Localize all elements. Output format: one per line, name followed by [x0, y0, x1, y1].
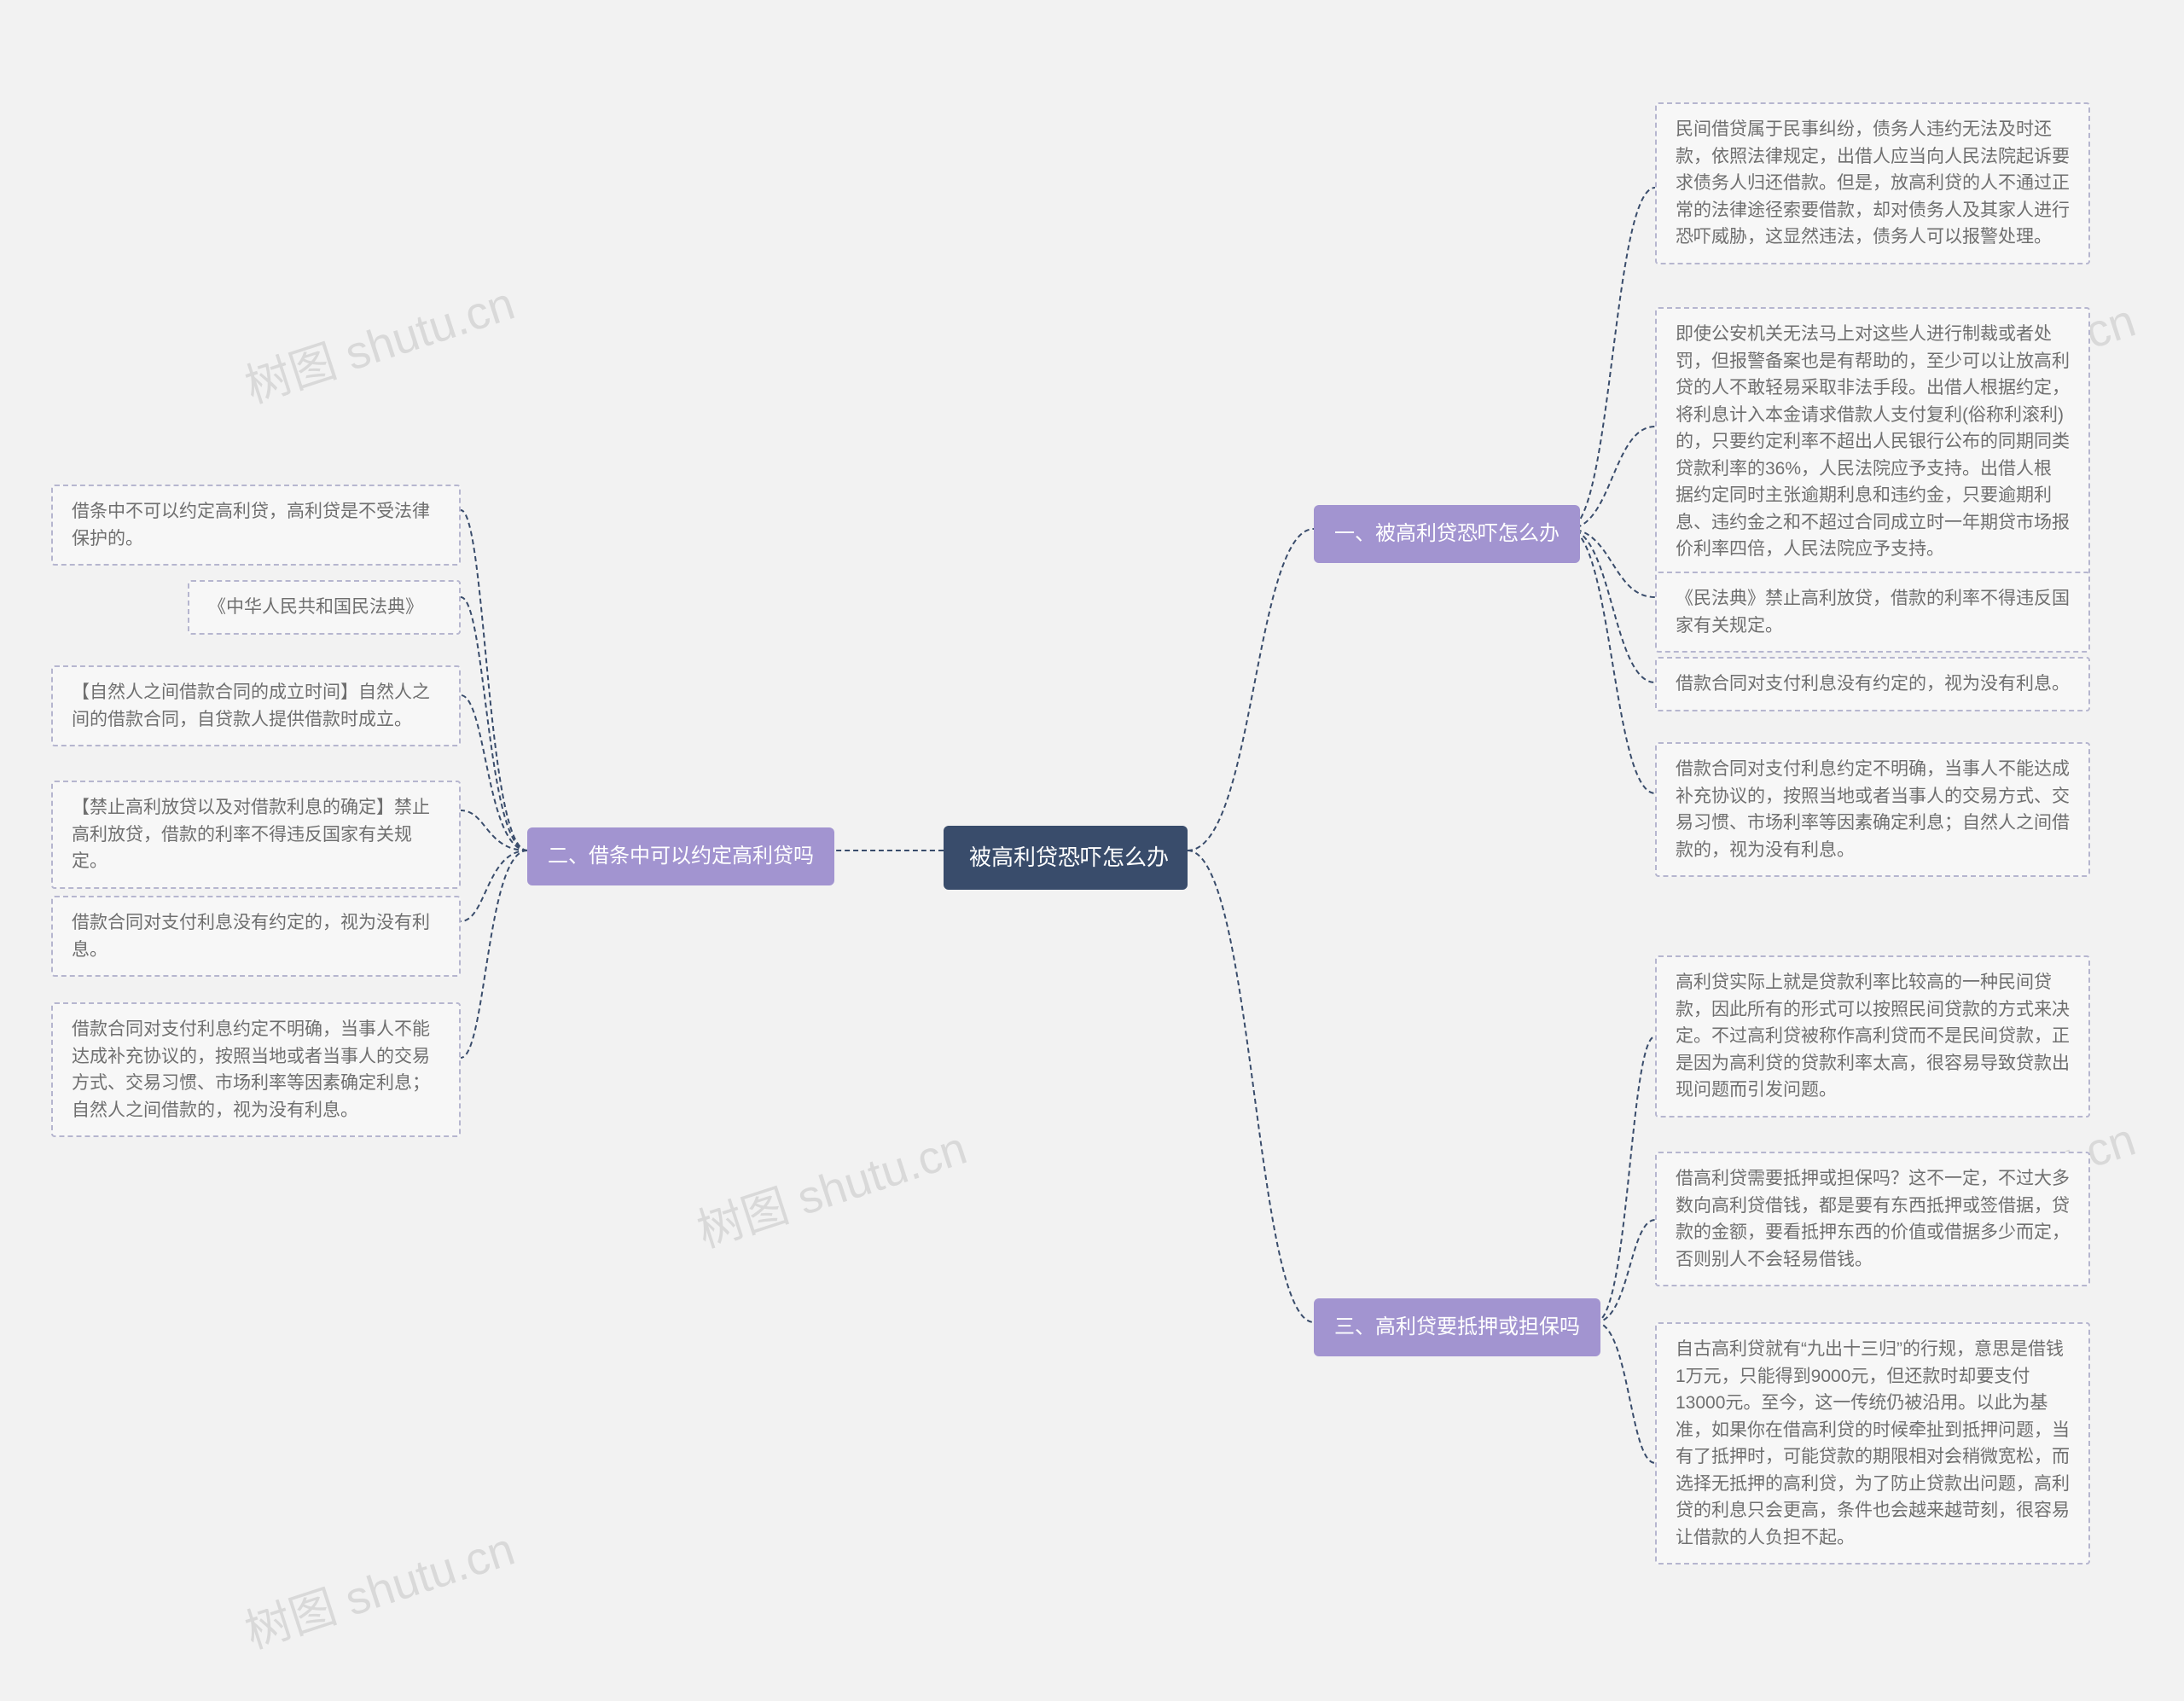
branch-2-leaf-3[interactable]: 【禁止高利放贷以及对借款利息的确定】禁止高利放贷，借款的利率不得违反国家有关规定…	[51, 781, 461, 889]
branch-2-leaf-5[interactable]: 借款合同对支付利息约定不明确，当事人不能达成补充协议的，按照当地或者当事人的交易…	[51, 1002, 461, 1137]
branch-2[interactable]: 二、借条中可以约定高利贷吗	[527, 827, 834, 885]
mindmap-canvas: { "root": { "title": "被高利贷恐吓怎么办" }, "bra…	[0, 0, 2184, 1701]
branch-3-leaf-1[interactable]: 借高利贷需要抵押或担保吗？这不一定，不过大多数向高利贷借钱，都是要有东西抵押或签…	[1655, 1152, 2090, 1286]
branch-2-leaf-2[interactable]: 【自然人之间借款合同的成立时间】自然人之间的借款合同，自贷款人提供借款时成立。	[51, 665, 461, 746]
branch-1-leaf-1[interactable]: 即使公安机关无法马上对这些人进行制裁或者处罚，但报警备案也是有帮助的，至少可以让…	[1655, 307, 2090, 577]
branch-1[interactable]: 一、被高利贷恐吓怎么办	[1314, 505, 1580, 563]
branch-1-leaf-0[interactable]: 民间借贷属于民事纠纷，债务人违约无法及时还款，依照法律规定，出借人应当向人民法院…	[1655, 102, 2090, 264]
branch-2-leaf-4[interactable]: 借款合同对支付利息没有约定的，视为没有利息。	[51, 896, 461, 977]
watermark: 树图 shutu.cn	[688, 1110, 974, 1260]
branch-1-leaf-3[interactable]: 借款合同对支付利息没有约定的，视为没有利息。	[1655, 657, 2090, 711]
branch-2-leaf-1[interactable]: 《中华人民共和国民法典》	[188, 580, 461, 635]
watermark: 树图 shutu.cn	[235, 265, 522, 415]
branch-3-leaf-2[interactable]: 自古高利贷就有“九出十三归”的行规，意思是借钱1万元，只能得到9000元，但还款…	[1655, 1322, 2090, 1565]
branch-3-leaf-0[interactable]: 高利贷实际上就是贷款利率比较高的一种民间贷款，因此所有的形式可以按照民间贷款的方…	[1655, 955, 2090, 1118]
branch-1-leaf-2[interactable]: 《民法典》禁止高利放贷，借款的利率不得违反国家有关规定。	[1655, 572, 2090, 653]
root-node[interactable]: 被高利贷恐吓怎么办	[944, 826, 1188, 890]
branch-2-leaf-0[interactable]: 借条中不可以约定高利贷，高利贷是不受法律保护的。	[51, 485, 461, 566]
watermark: 树图 shutu.cn	[235, 1511, 522, 1661]
branch-3[interactable]: 三、高利贷要抵押或担保吗	[1314, 1298, 1600, 1356]
branch-1-leaf-4[interactable]: 借款合同对支付利息约定不明确，当事人不能达成补充协议的，按照当地或者当事人的交易…	[1655, 742, 2090, 877]
